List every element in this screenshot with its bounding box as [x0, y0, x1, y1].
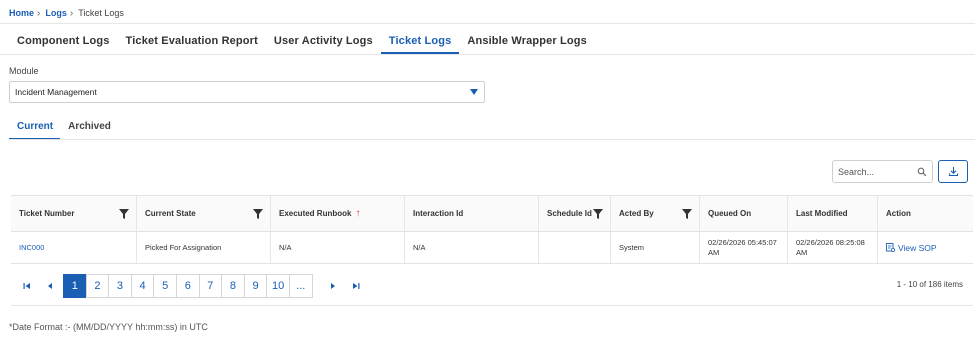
column-label: Schedule Id — [547, 209, 592, 218]
log-subtabs: Current Archived — [9, 118, 118, 140]
action-cell: View SOP — [877, 232, 973, 263]
breadcrumb-current: Ticket Logs — [78, 8, 124, 18]
tab-archived[interactable]: Archived — [60, 118, 118, 140]
ticket-number-cell: INC000 — [11, 232, 136, 263]
view-sop-button[interactable]: View SOP — [886, 243, 937, 253]
column-header-interaction-id[interactable]: Interaction Id — [404, 196, 538, 231]
page-button-9[interactable]: 9 — [243, 274, 268, 298]
ticket-number-link[interactable]: INC000 — [19, 243, 44, 252]
page-button-1[interactable]: 1 — [63, 274, 87, 298]
previous-page-icon — [48, 283, 52, 289]
column-label: Last Modified — [796, 209, 848, 218]
column-header-acted-by[interactable]: Acted By — [610, 196, 699, 231]
pagination-info: 1 - 10 of 186 items — [896, 280, 963, 289]
last-modified-cell: 02/26/2026 08:25:08 AM — [787, 232, 877, 263]
chevron-right-icon: › — [69, 7, 74, 19]
schedule-id-cell — [538, 232, 610, 263]
filter-icon[interactable] — [119, 209, 129, 219]
page-numbers: 1 2 3 4 5 6 7 8 9 10 ... — [63, 274, 313, 298]
tab-user-activity-logs[interactable]: User Activity Logs — [266, 30, 381, 54]
filter-icon[interactable] — [682, 209, 692, 219]
column-header-current-state[interactable]: Current State — [136, 196, 270, 231]
tab-ansible-wrapper-logs[interactable]: Ansible Wrapper Logs — [459, 30, 595, 54]
divider — [0, 23, 975, 24]
search-icon — [917, 167, 927, 177]
search-placeholder: Search... — [838, 166, 875, 177]
table-row: INC000 Picked For Assignation N/A N/A Sy… — [11, 232, 973, 264]
acted-by-cell: System — [610, 232, 699, 263]
divider — [0, 54, 975, 55]
column-header-last-modified[interactable]: Last Modified — [787, 196, 877, 231]
first-page-icon — [23, 283, 30, 289]
column-label: Acted By — [619, 209, 654, 218]
download-icon — [948, 167, 958, 177]
view-sop-label: View SOP — [898, 242, 937, 253]
caret-down-icon — [470, 89, 478, 95]
previous-page-button[interactable] — [39, 274, 61, 298]
interaction-id-cell: N/A — [404, 232, 538, 263]
tab-ticket-logs[interactable]: Ticket Logs — [380, 30, 460, 54]
page-button-4[interactable]: 4 — [130, 274, 155, 298]
first-page-button[interactable] — [16, 274, 38, 298]
last-page-icon — [353, 283, 360, 289]
log-tabs: Component Logs Ticket Evaluation Report … — [9, 30, 595, 54]
column-header-schedule-id[interactable]: Schedule Id — [538, 196, 610, 231]
search-input[interactable]: Search... — [832, 160, 933, 183]
page-button-10[interactable]: 10 — [266, 274, 290, 298]
breadcrumb-home-link[interactable]: Home — [9, 8, 34, 18]
next-page-icon — [331, 283, 335, 289]
page-button-6[interactable]: 6 — [175, 274, 200, 298]
column-label: Current State — [145, 209, 196, 218]
page-button-5[interactable]: 5 — [153, 274, 177, 298]
last-page-button[interactable] — [345, 274, 367, 298]
column-header-queued-on[interactable]: Queued On — [699, 196, 787, 231]
tab-ticket-evaluation-report[interactable]: Ticket Evaluation Report — [118, 30, 266, 54]
page-button-2[interactable]: 2 — [85, 274, 110, 298]
download-button[interactable] — [938, 160, 968, 183]
queued-on-cell: 02/26/2026 05:45:07 AM — [699, 232, 787, 263]
table-header: Ticket Number Current State Executed Run… — [11, 196, 973, 232]
chevron-right-icon: › — [37, 7, 41, 19]
executed-runbook-cell: N/A — [270, 232, 404, 263]
filter-icon[interactable] — [593, 209, 603, 219]
module-label: Module — [9, 66, 39, 76]
module-select[interactable]: Incident Management — [9, 81, 485, 103]
column-label: Interaction Id — [413, 209, 464, 218]
column-label: Executed Runbook — [279, 209, 352, 218]
divider — [9, 139, 975, 140]
page-button-more[interactable]: ... — [288, 274, 313, 298]
tab-component-logs[interactable]: Component Logs — [9, 30, 118, 54]
page-button-7[interactable]: 7 — [198, 274, 223, 298]
breadcrumb-logs-link[interactable]: Logs — [45, 8, 67, 18]
next-page-button[interactable] — [322, 274, 344, 298]
column-label: Queued On — [708, 209, 752, 218]
column-label: Ticket Number — [19, 209, 75, 218]
page-button-3[interactable]: 3 — [108, 274, 132, 298]
column-header-executed-runbook[interactable]: Executed Runbook ↑ — [270, 196, 404, 231]
module-selected-value: Incident Management — [15, 87, 97, 97]
divider — [11, 305, 973, 306]
column-label: Action — [886, 209, 911, 218]
current-state-cell: Picked For Assignation — [136, 232, 270, 263]
pagination: 1 2 3 4 5 6 7 8 9 10 ... 1 - 10 of 186 i… — [11, 273, 973, 301]
filter-icon[interactable] — [253, 209, 263, 219]
date-format-note: *Date Format :- (MM/DD/YYYY hh:mm:ss) in… — [9, 322, 208, 332]
page-button-8[interactable]: 8 — [221, 274, 245, 298]
breadcrumb: Home › Logs › Ticket Logs — [9, 6, 124, 20]
tab-current[interactable]: Current — [9, 118, 61, 140]
sort-ascending-icon: ↑ — [355, 208, 361, 219]
column-header-ticket-number[interactable]: Ticket Number — [11, 196, 136, 231]
column-header-action: Action — [877, 196, 973, 231]
document-icon — [886, 243, 895, 252]
